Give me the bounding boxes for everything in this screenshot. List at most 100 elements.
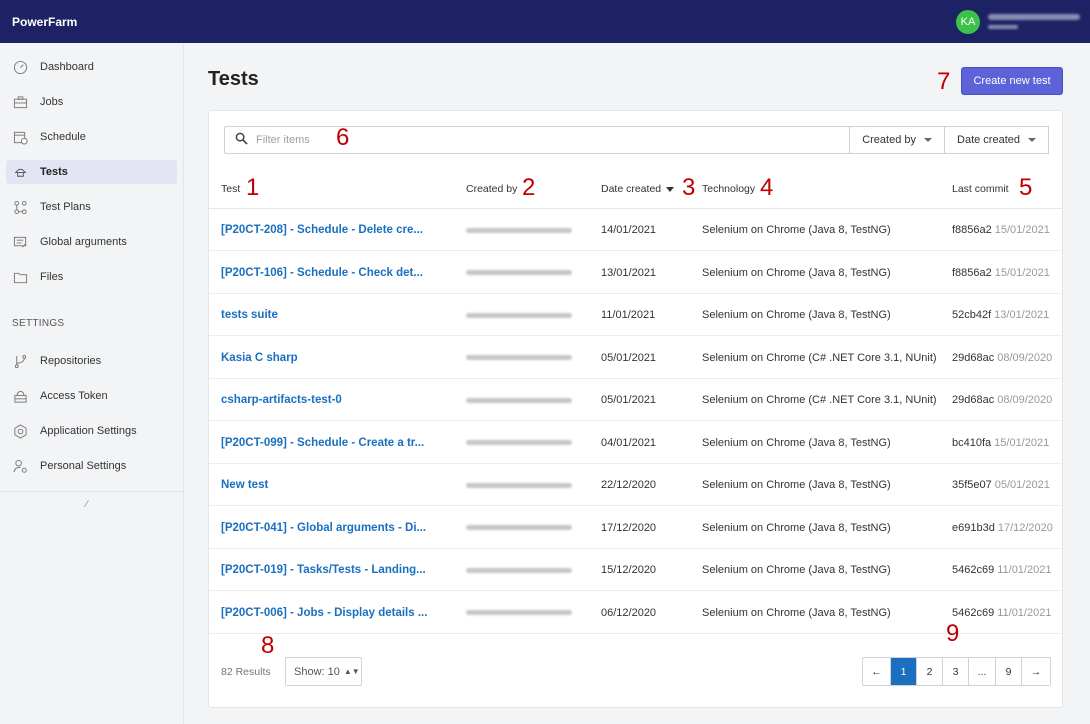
- technology-cell: Selenium on Chrome (Java 8, TestNG): [702, 521, 891, 534]
- column-header-last-commit[interactable]: Last commit: [952, 183, 1009, 195]
- create-new-test-button[interactable]: Create new test: [961, 67, 1063, 95]
- last-commit-cell: f8856a2 15/01/2021: [952, 252, 1050, 294]
- test-name-link[interactable]: [P20CT-099] - Schedule - Create a tr...: [221, 422, 424, 464]
- sidebar: Dashboard Jobs Schedule Tests Test Plans…: [0, 43, 184, 724]
- date-created-cell: 06/12/2020: [601, 606, 657, 619]
- table-row[interactable]: [P20CT-106] - Schedule - Check det... 13/…: [209, 252, 1062, 294]
- created-by-filter-dropdown[interactable]: Created by: [850, 126, 946, 154]
- sidebar-item-label: Global arguments: [40, 236, 127, 248]
- test-name-link[interactable]: New test: [221, 464, 268, 506]
- sidebar-item-label: Files: [40, 271, 64, 283]
- sidebar-item-dashboard[interactable]: Dashboard: [6, 55, 177, 79]
- sidebar-item-global-arguments[interactable]: Global arguments: [6, 230, 177, 254]
- created-by-cell: [466, 592, 572, 634]
- technology-cell: Selenium on Chrome (C# .NET Core 3.1, NU…: [702, 394, 937, 406]
- page-button-1[interactable]: 1: [891, 658, 917, 685]
- avatar[interactable]: KA: [956, 9, 980, 34]
- annotation-2: 2: [522, 174, 536, 201]
- column-header-test[interactable]: Test: [221, 183, 240, 195]
- sidebar-item-repositories[interactable]: Repositories: [6, 349, 177, 373]
- page-ellipsis: ...: [969, 658, 996, 685]
- page-size-label: Show: 10: [294, 665, 340, 678]
- last-commit-cell: f8856a2 15/01/2021: [952, 209, 1050, 251]
- commit-hash[interactable]: 29d68ac: [952, 352, 994, 364]
- commit-hash[interactable]: 52cb42f: [952, 309, 991, 321]
- sidebar-item-personal-settings[interactable]: Personal Settings: [6, 454, 177, 478]
- table-row[interactable]: [P20CT-041] - Global arguments - Di... 17…: [209, 507, 1062, 549]
- chevron-down-icon: [1028, 138, 1036, 142]
- test-name-link[interactable]: Kasia C sharp: [221, 337, 298, 379]
- top-bar: PowerFarm KA: [0, 0, 1090, 43]
- table-row[interactable]: [P20CT-208] - Schedule - Delete cre... 14…: [209, 209, 1062, 251]
- column-header-date-created[interactable]: Date created: [601, 183, 675, 195]
- page-button-3[interactable]: 3: [943, 658, 969, 685]
- sidebar-item-label: Access Token: [40, 390, 108, 402]
- created-by-redacted: [466, 312, 572, 318]
- page-button-9[interactable]: 9: [996, 658, 1022, 685]
- table-row[interactable]: New test 22/12/2020 Selenium on Chrome (Ja…: [209, 464, 1062, 506]
- annotation-8: 8: [261, 632, 275, 659]
- date-created-filter-label: Date created: [957, 134, 1020, 146]
- table-row[interactable]: [P20CT-006] - Jobs - Display details ...…: [209, 592, 1062, 634]
- commit-hash[interactable]: bc410fa: [952, 437, 991, 449]
- commit-hash[interactable]: 35f5e07: [952, 479, 992, 491]
- user-info[interactable]: [988, 14, 1080, 29]
- last-commit-cell: e691b3d 17/12/2020: [952, 507, 1053, 549]
- table-row[interactable]: [P20CT-019] - Tasks/Tests - Landing... 15…: [209, 549, 1062, 591]
- table-row[interactable]: Kasia C sharp 05/01/2021 Selenium on Chrom…: [209, 337, 1062, 379]
- sidebar-item-access-token[interactable]: Access Token: [6, 384, 177, 408]
- table-row[interactable]: csharp-artifacts-test-0 05/01/2021 Seleniu…: [209, 379, 1062, 421]
- sidebar-item-files[interactable]: Files: [6, 265, 177, 289]
- next-page-button[interactable]: →: [1022, 658, 1050, 685]
- column-header-technology[interactable]: Technology: [702, 183, 755, 195]
- commit-hash[interactable]: f8856a2: [952, 224, 992, 236]
- test-name-link[interactable]: [P20CT-106] - Schedule - Check det...: [221, 252, 423, 294]
- sidebar-item-label: Repositories: [40, 355, 102, 367]
- table-row[interactable]: [P20CT-099] - Schedule - Create a tr... 0…: [209, 422, 1062, 464]
- sidebar-item-application-settings[interactable]: Application Settings: [6, 419, 177, 443]
- sidebar-item-tests[interactable]: Tests: [6, 160, 177, 184]
- app-brand[interactable]: PowerFarm: [12, 15, 77, 29]
- created-by-redacted: [466, 270, 572, 275]
- test-name-link[interactable]: [P20CT-041] - Global arguments - Di...: [221, 507, 426, 549]
- test-name-link[interactable]: csharp-artifacts-test-0: [221, 379, 342, 421]
- test-name-link[interactable]: [P20CT-006] - Jobs - Display details ...: [221, 592, 427, 634]
- test-name-link[interactable]: [P20CT-019] - Tasks/Tests - Landing...: [221, 549, 426, 591]
- date-created-cell: 17/12/2020: [601, 521, 657, 534]
- briefcase-icon: [12, 94, 28, 110]
- header-label: Test: [221, 183, 241, 195]
- page-size-select[interactable]: Show: 10 ▲▼: [285, 657, 362, 686]
- column-header-created-by[interactable]: Created by: [466, 183, 517, 195]
- header-label: Date created: [601, 183, 662, 195]
- commit-date: 17/12/2020: [997, 521, 1053, 534]
- page-button-2[interactable]: 2: [917, 658, 943, 685]
- tests-card: Created by Date created Test Created by …: [208, 110, 1063, 708]
- last-commit-cell: 5462c69 11/01/2021: [952, 592, 1051, 634]
- commit-date: 11/01/2021: [997, 564, 1052, 576]
- user-menu[interactable]: KA: [956, 0, 1090, 43]
- created-by-cell: [466, 294, 572, 336]
- sidebar-item-label: Schedule: [40, 131, 86, 143]
- date-created-cell: 15/12/2020: [601, 564, 657, 576]
- date-created-filter-dropdown[interactable]: Date created: [945, 126, 1049, 154]
- test-name-link[interactable]: tests suite: [221, 294, 278, 336]
- sidebar-item-schedule[interactable]: Schedule: [6, 125, 177, 149]
- commit-hash[interactable]: 5462c69: [952, 564, 994, 576]
- commit-hash[interactable]: 29d68ac: [952, 394, 994, 406]
- sidebar-item-test-plans[interactable]: Test Plans: [6, 195, 177, 219]
- technology-cell: Selenium on Chrome (Java 8, TestNG): [702, 564, 891, 576]
- commit-hash[interactable]: 5462c69: [952, 607, 994, 619]
- folder-icon: [12, 269, 28, 285]
- commit-hash[interactable]: e691b3d: [952, 522, 995, 534]
- commit-date: 11/01/2021: [997, 606, 1052, 619]
- commit-hash[interactable]: f8856a2: [952, 267, 992, 279]
- collapse-sidebar-icon[interactable]: ⁄: [86, 499, 88, 510]
- sidebar-item-jobs[interactable]: Jobs: [6, 90, 177, 114]
- gauge-icon: [12, 59, 28, 75]
- prev-page-button[interactable]: ←: [863, 658, 891, 685]
- commit-date: 15/01/2021: [994, 266, 1050, 279]
- test-name-link[interactable]: [P20CT-208] - Schedule - Delete cre...: [221, 209, 423, 251]
- table-row[interactable]: tests suite 11/01/2021 Selenium on Chrome …: [209, 294, 1062, 336]
- filter-input-wrapper[interactable]: [224, 126, 851, 154]
- commit-date: 15/01/2021: [994, 224, 1050, 236]
